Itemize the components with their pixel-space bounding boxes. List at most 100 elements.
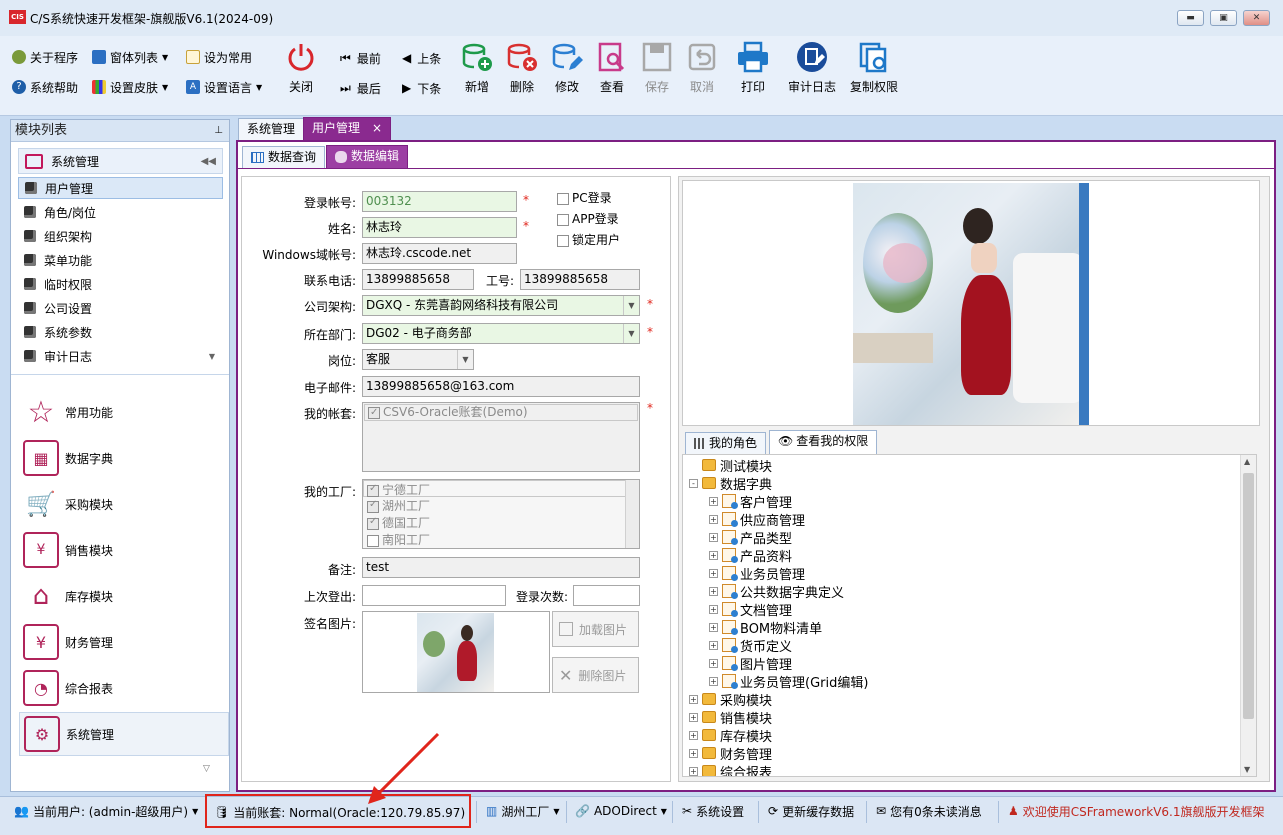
app-login-checkbox[interactable]: APP登录 xyxy=(557,210,619,227)
permission-item[interactable]: + 客户管理 xyxy=(709,492,792,511)
audit-log-button[interactable]: 审计日志 xyxy=(782,40,842,102)
refresh-cache-button[interactable]: ⟳ 更新缓存数据 xyxy=(768,797,854,825)
account-set-list[interactable]: CSV6-Oracle账套(Demo) xyxy=(362,402,640,472)
module-reports[interactable]: ◔ 综合报表 xyxy=(19,666,229,710)
expand-icon[interactable]: + xyxy=(689,730,698,740)
module-inventory[interactable]: ⌂ 库存模块 xyxy=(19,574,229,618)
factory-item[interactable]: 南阳工厂 xyxy=(363,531,639,548)
chevron-down-icon[interactable]: ▼ xyxy=(623,324,639,343)
expand-icon[interactable]: + xyxy=(709,586,718,596)
expand-icon[interactable]: + xyxy=(709,676,718,686)
permission-item[interactable]: + 采购模块 xyxy=(689,690,772,709)
menu-item-roles[interactable]: 角色/岗位 xyxy=(18,201,223,223)
factory-scrollbar[interactable] xyxy=(625,480,639,548)
factory-item[interactable]: 宁德工厂 xyxy=(363,480,639,497)
permission-item[interactable]: + 文档管理 xyxy=(709,600,792,619)
tab-data-query[interactable]: 数据查询 xyxy=(242,146,326,168)
expand-icon[interactable]: + xyxy=(689,748,698,758)
last-record-button[interactable]: ⏭ 最后 xyxy=(340,78,381,98)
remark-field[interactable]: test xyxy=(362,557,640,578)
set-favorite-button[interactable]: 设为常用 xyxy=(186,46,252,68)
tab-system-management[interactable]: 系统管理 xyxy=(238,118,305,140)
group-header-system[interactable]: 系统管理 ◀◀ xyxy=(18,148,223,174)
close-button[interactable]: 关闭 xyxy=(276,40,326,102)
expand-icon[interactable]: + xyxy=(689,712,698,722)
copy-permission-button[interactable]: 复制权限 xyxy=(844,40,904,102)
account-set-item[interactable]: CSV6-Oracle账套(Demo) xyxy=(364,404,638,421)
module-purchase[interactable]: 🛒 采购模块 xyxy=(19,482,229,526)
system-settings-button[interactable]: ✂ 系统设置 xyxy=(682,797,744,825)
department-select[interactable]: DG02 - 电子商务部 ▼ xyxy=(362,323,640,344)
module-dictionary[interactable]: ▦ 数据字典 xyxy=(19,436,229,480)
save-button[interactable]: 保存 xyxy=(632,40,682,102)
minimize-button[interactable]: ▬ xyxy=(1177,10,1204,26)
skin-button[interactable]: 设置皮肤 ▼ xyxy=(92,76,168,98)
name-field[interactable]: 林志玲 xyxy=(362,217,517,238)
permission-item[interactable]: + 供应商管理 xyxy=(709,510,805,529)
expand-icon[interactable]: + xyxy=(709,496,718,506)
next-record-button[interactable]: ▶ 下条 xyxy=(402,78,441,98)
maximize-button[interactable]: ▣ xyxy=(1210,10,1237,26)
language-button[interactable]: A 设置语言 ▼ xyxy=(186,76,262,98)
permission-item[interactable]: 测试模块 xyxy=(689,456,772,475)
chevron-down-icon[interactable]: ▼ xyxy=(623,296,639,315)
tab-data-edit[interactable]: 数据编辑 xyxy=(326,145,409,168)
menu-item-org[interactable]: 组织架构 xyxy=(18,225,223,247)
factory-item[interactable]: 湖州工厂 xyxy=(363,497,639,514)
permission-item[interactable]: + BOM物料清单 xyxy=(709,618,822,637)
messages-button[interactable]: ✉ 您有0条未读消息 xyxy=(876,797,982,825)
scroll-down-icon[interactable]: ▼ xyxy=(209,352,215,361)
help-button[interactable]: ? 系统帮助 xyxy=(12,76,78,98)
scroll-down-icon[interactable]: ▼ xyxy=(1244,765,1250,774)
module-sales[interactable]: ¥ 销售模块 xyxy=(19,528,229,572)
close-tab-icon[interactable]: × xyxy=(372,121,382,135)
delete-button[interactable]: 删除 xyxy=(497,40,547,102)
permission-item[interactable]: + 产品类型 xyxy=(709,528,792,547)
expand-icon[interactable]: + xyxy=(709,532,718,542)
window-list-button[interactable]: 窗体列表 ▼ xyxy=(92,46,168,68)
post-select[interactable]: 客服 ▼ xyxy=(362,349,474,370)
permission-item[interactable]: + 综合报表 xyxy=(689,762,772,776)
about-button[interactable]: 关于程序 xyxy=(12,46,78,68)
expand-icon[interactable]: + xyxy=(709,640,718,650)
menu-item-temp-permission[interactable]: 临时权限 xyxy=(18,273,223,295)
permission-item[interactable]: - 数据字典 xyxy=(689,474,772,493)
prev-record-button[interactable]: ◀ 上条 xyxy=(402,48,441,68)
permission-item[interactable]: + 财务管理 xyxy=(689,744,772,763)
expand-icon[interactable]: + xyxy=(709,550,718,560)
tab-my-permissions[interactable]: 👁 查看我的权限 xyxy=(769,430,878,454)
menu-item-audit-log[interactable]: 审计日志 ▼ xyxy=(18,345,223,367)
add-button[interactable]: 新增 xyxy=(452,40,502,102)
factory-list[interactable]: 宁德工厂 湖州工厂 德国工厂 南阳工厂 xyxy=(362,479,640,549)
permission-item[interactable]: + 销售模块 xyxy=(689,708,772,727)
permission-item[interactable]: + 产品资料 xyxy=(709,546,792,565)
view-button[interactable]: 查看 xyxy=(587,40,637,102)
employee-no-field[interactable]: 13899885658 xyxy=(520,269,640,290)
cancel-button[interactable]: 取消 xyxy=(677,40,727,102)
menu-item-company-settings[interactable]: 公司设置 xyxy=(18,297,223,319)
delete-image-button[interactable]: ✕ 删除图片 xyxy=(552,657,639,693)
permission-item[interactable]: + 公共数据字典定义 xyxy=(709,582,844,601)
permission-item[interactable]: + 货币定义 xyxy=(709,636,792,655)
edit-button[interactable]: 修改 xyxy=(542,40,592,102)
pc-login-checkbox[interactable]: PC登录 xyxy=(557,189,612,206)
scroll-thumb[interactable] xyxy=(1243,473,1254,719)
login-count-field[interactable] xyxy=(573,585,640,606)
module-system-admin[interactable]: ⚙ 系统管理 xyxy=(19,712,229,756)
permission-item[interactable]: + 库存模块 xyxy=(689,726,772,745)
phone-field[interactable]: 13899885658 xyxy=(362,269,474,290)
factory-switch[interactable]: ▥ 湖州工厂 ▼ xyxy=(486,797,560,825)
menu-item-menu-function[interactable]: 菜单功能 xyxy=(18,249,223,271)
collapse-group-icon[interactable]: ◀◀ xyxy=(201,156,216,167)
pin-panel-icon[interactable]: ⊥ xyxy=(214,120,223,141)
login-field[interactable]: 003132 xyxy=(362,191,517,212)
menu-item-system-params[interactable]: 系统参数 xyxy=(18,321,223,343)
tab-my-roles[interactable]: 我的角色 xyxy=(685,432,767,454)
permission-item[interactable]: + 图片管理 xyxy=(709,654,792,673)
lock-user-checkbox[interactable]: 锁定用户 xyxy=(557,231,620,248)
expand-icon[interactable]: + xyxy=(709,622,718,632)
load-image-button[interactable]: 加载图片 xyxy=(552,611,639,647)
ado-direct-switch[interactable]: 🔗 ADODirect ▼ xyxy=(575,797,667,825)
last-logout-field[interactable] xyxy=(362,585,506,606)
expand-icon[interactable] xyxy=(689,461,698,470)
